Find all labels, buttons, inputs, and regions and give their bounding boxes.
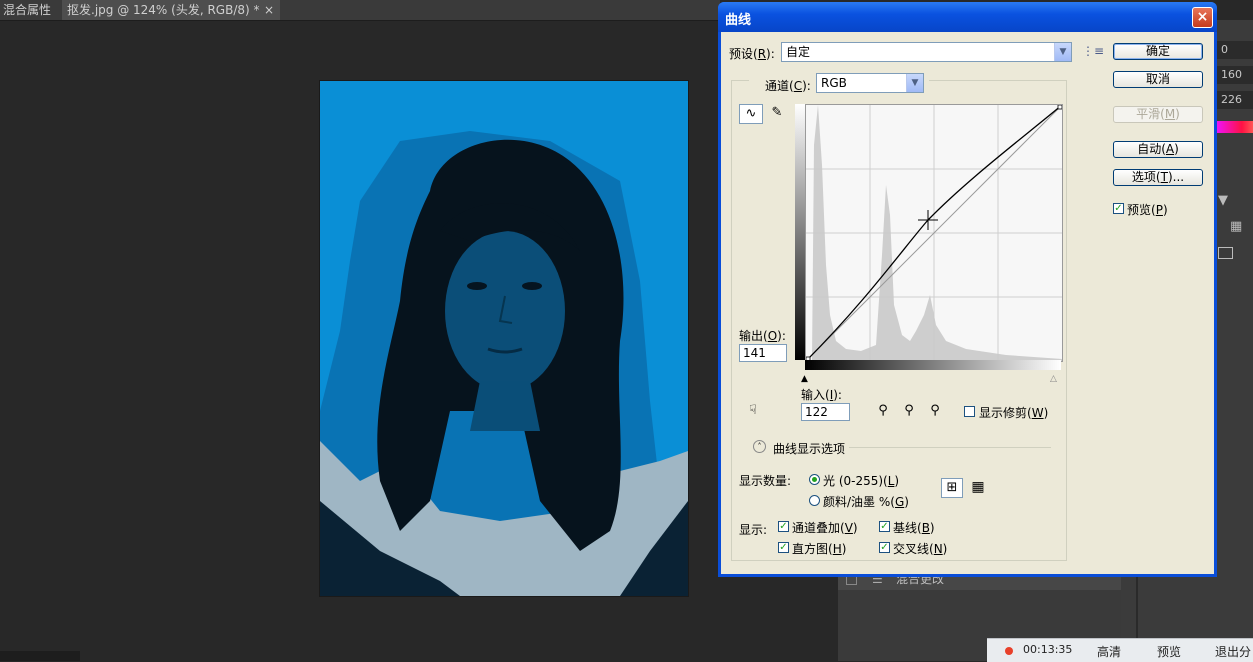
light-radio[interactable] <box>809 474 820 485</box>
adjust-hand-icon[interactable]: ☟ <box>741 402 765 422</box>
output-gradient <box>795 104 805 360</box>
detailed-grid-icon[interactable]: ▦ <box>967 478 989 498</box>
preview-checkbox[interactable]: ✓ <box>1113 203 1124 214</box>
preset-label: 预设(R): <box>729 47 775 61</box>
preset-select[interactable]: 自定 ▼ <box>781 42 1072 62</box>
hd-button[interactable]: 高清 <box>1097 643 1121 660</box>
black-point-slider[interactable]: ▲ <box>801 374 808 384</box>
portrait-illustration <box>320 131 688 596</box>
panel-mask-icon[interactable] <box>1218 247 1233 259</box>
dialog-titlebar[interactable]: 曲线 × <box>718 2 1217 32</box>
tab-close-icon[interactable]: × <box>264 0 274 20</box>
preview-button[interactable]: 预览 <box>1157 643 1181 660</box>
record-time: 00:13:35 <box>1023 643 1073 656</box>
color-value-field-3[interactable]: 226 <box>1216 91 1253 109</box>
dialog-client: 预设(R): 自定 ▼ ⋮≡ 确定 取消 平滑(M) 自动(A) 选项(T)..… <box>721 32 1214 574</box>
white-eyedropper-icon[interactable]: ⚲ <box>923 402 947 422</box>
group-frame-top-left <box>731 80 749 81</box>
tab-active-document[interactable]: 抠发.jpg @ 124% (头发, RGB/8) * × <box>62 0 280 20</box>
section-divider <box>849 447 1051 448</box>
group-frame-bottom <box>731 560 1067 561</box>
cancel-button[interactable]: 取消 <box>1113 71 1203 88</box>
auto-button[interactable]: 自动(A) <box>1113 141 1203 158</box>
color-value-field-1[interactable]: 0 <box>1216 41 1253 59</box>
show-label: 显示: <box>739 523 768 537</box>
histogram-checkbox[interactable]: ✓ <box>778 542 789 553</box>
white-point-slider[interactable]: △ <box>1050 374 1057 384</box>
intersection-label: 交叉线(N) <box>893 542 948 556</box>
baseline-checkbox[interactable]: ✓ <box>879 521 890 532</box>
tab-blend-properties[interactable]: 混合属性 <box>3 0 51 20</box>
gray-eyedropper-icon[interactable]: ⚲ <box>897 402 921 422</box>
light-radio-label: 光 (0-255)(L) <box>823 474 900 488</box>
color-ramp[interactable] <box>1216 121 1253 133</box>
document-tab-bar: 混合属性 抠发.jpg @ 124% (头发, RGB/8) * × <box>0 0 720 21</box>
intersection-checkbox[interactable]: ✓ <box>879 542 890 553</box>
preview-label: 预览(P) <box>1127 203 1168 217</box>
exit-button[interactable]: 退出分 <box>1215 643 1251 660</box>
pigment-radio-label: 颜料/油墨 %(G) <box>823 495 909 509</box>
input-label: 输入(I): <box>801 388 842 402</box>
channel-label: 通道(C): <box>765 79 811 93</box>
output-field[interactable]: 141 <box>739 344 787 362</box>
canvas-image <box>320 81 688 596</box>
channel-select[interactable]: RGB ▼ <box>816 73 924 93</box>
chevron-down-icon[interactable]: ▼ <box>1054 43 1071 61</box>
black-eyedropper-icon[interactable]: ⚲ <box>871 402 895 422</box>
preset-value: 自定 <box>786 45 811 59</box>
show-clipping-label: 显示修剪(W) <box>979 406 1049 420</box>
options-button[interactable]: 选项(T)... <box>1113 169 1203 186</box>
channel-overlays-label: 通道叠加(V) <box>792 521 858 535</box>
recording-bar: 00:13:35 高清 预览 退出分 <box>987 638 1253 662</box>
baseline-label: 基线(B) <box>893 521 935 535</box>
channel-overlays-checkbox[interactable]: ✓ <box>778 521 789 532</box>
input-gradient <box>805 360 1061 370</box>
group-frame-left <box>731 80 732 560</box>
dialog-title: 曲线 <box>725 13 752 28</box>
curve-graph[interactable] <box>805 104 1063 362</box>
input-field[interactable]: 122 <box>801 403 850 421</box>
status-strip <box>0 651 80 661</box>
record-indicator-icon <box>1005 647 1013 655</box>
close-icon[interactable]: × <box>1192 7 1213 28</box>
ok-button[interactable]: 确定 <box>1113 43 1203 60</box>
curves-dialog: 曲线 × 预设(R): 自定 ▼ ⋮≡ 确定 取消 平滑(M) 自动(A) 选项… <box>718 2 1217 577</box>
grid-icon[interactable]: ▦ <box>1230 219 1242 234</box>
collapse-icon[interactable]: ˄ <box>753 440 766 453</box>
curve-tool-icon[interactable]: ∿ <box>739 104 763 124</box>
simple-grid-icon[interactable]: ⊞ <box>941 478 963 498</box>
smooth-button[interactable]: 平滑(M) <box>1113 106 1203 123</box>
curve-graph-svg <box>805 104 1063 362</box>
curve-display-options-label: 曲线显示选项 <box>773 442 846 456</box>
preset-options-icon[interactable]: ⋮≡ <box>1082 44 1104 58</box>
chevron-down-icon[interactable]: ▼ <box>906 74 923 92</box>
show-amount-label: 显示数量: <box>739 474 792 488</box>
show-clipping-checkbox[interactable]: ✓ <box>964 406 975 417</box>
group-frame-right <box>1066 80 1067 560</box>
triangle-down-icon[interactable]: ▼ <box>1218 193 1228 208</box>
group-frame-top-right <box>929 80 1067 81</box>
output-label: 输出(O): <box>739 329 786 343</box>
histogram-label: 直方图(H) <box>792 542 847 556</box>
tab-active-document-label: 抠发.jpg @ 124% (头发, RGB/8) * <box>67 3 260 17</box>
color-value-field-2[interactable]: 160 <box>1216 66 1253 84</box>
channel-value: RGB <box>821 76 847 90</box>
pigment-radio[interactable] <box>809 495 820 506</box>
pencil-icon[interactable]: ✎ <box>765 104 789 124</box>
